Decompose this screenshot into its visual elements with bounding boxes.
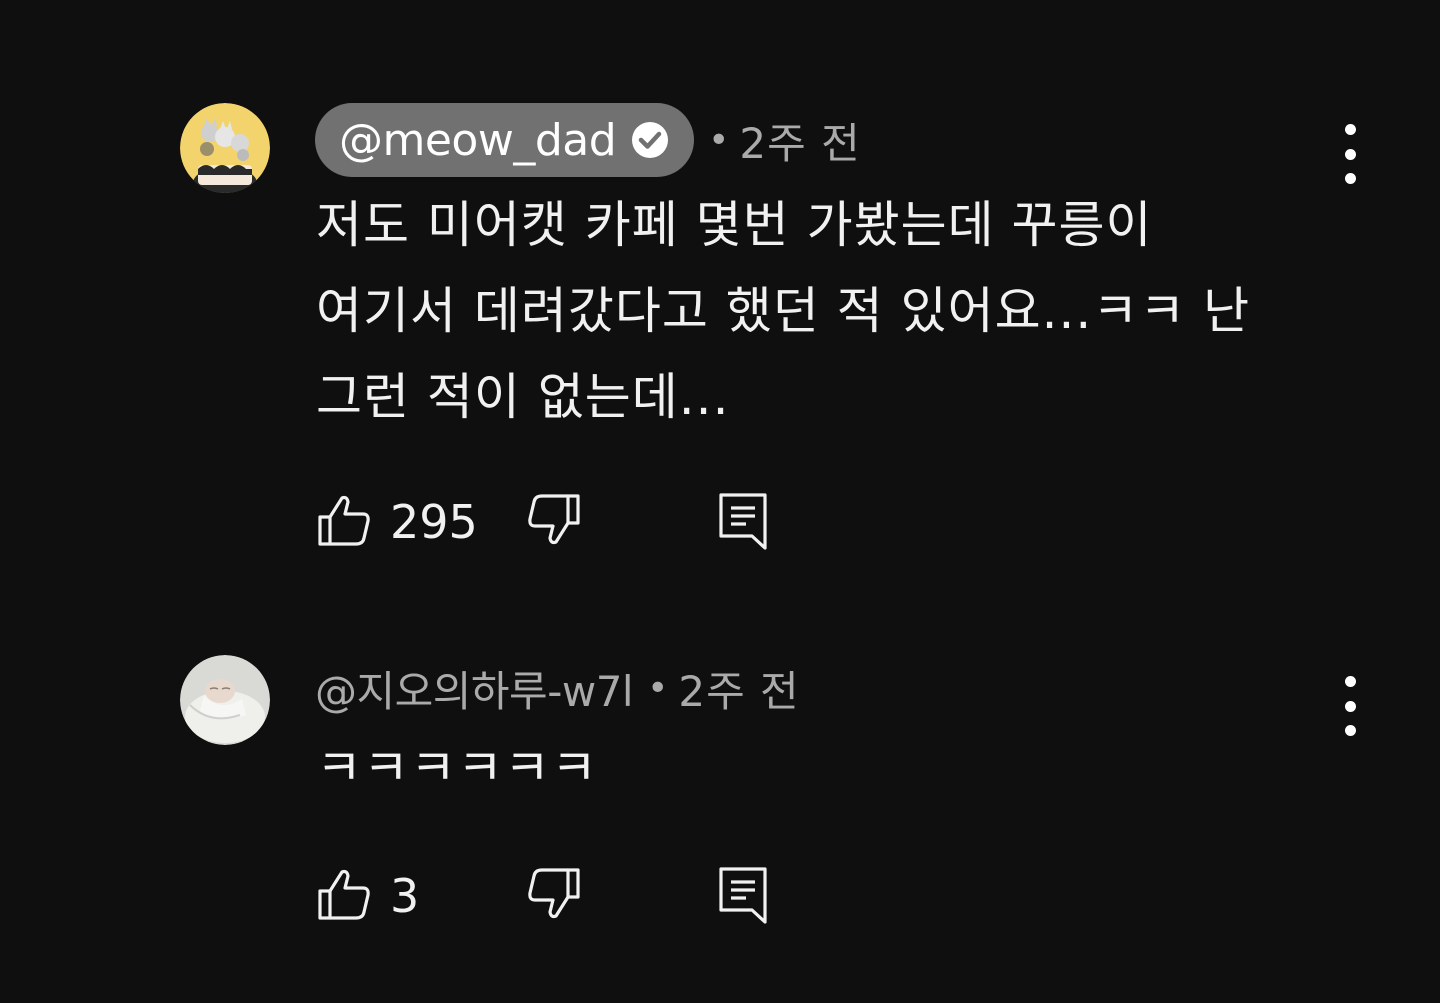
comment-header: @meow_dad • 2주 전 (315, 103, 861, 177)
comment-time[interactable]: 2주 전 (678, 658, 799, 719)
comment-header: @지오의하루-w7l • 2주 전 (315, 651, 800, 725)
thumbs-down-icon (528, 494, 580, 545)
baby-photo-avatar-icon (180, 655, 270, 745)
comment-actions: 3 (316, 866, 776, 926)
thumbs-up-icon (318, 869, 370, 920)
comment-text-line: 여기서 데려갔다고 했던 적 있어요...ㅋㅋ 난 (316, 282, 1251, 340)
dislike-button[interactable] (526, 492, 582, 552)
kebab-dot (1344, 676, 1356, 687)
like-button[interactable] (316, 492, 372, 552)
reply-button[interactable] (718, 492, 768, 554)
like-count: 295 (390, 495, 478, 549)
reply-comment-icon (719, 493, 767, 550)
comment-text: 저도 미어캣 카페 몇번 가봤는데 꾸릉이 여기서 데려갔다고 했던 적 있어요… (316, 182, 1376, 440)
more-options-button[interactable] (1335, 124, 1365, 184)
thumbs-down-icon (528, 868, 580, 919)
like-count: 3 (390, 869, 420, 923)
comment-time[interactable]: 2주 전 (739, 110, 860, 171)
comment-text-line: 저도 미어캣 카페 몇번 가봤는데 꾸릉이 (316, 196, 1153, 254)
separator-dot: • (647, 667, 669, 709)
author-name[interactable]: @지오의하루-w7l (315, 658, 634, 719)
dislike-button[interactable] (526, 866, 582, 926)
comment-actions: 295 (316, 492, 776, 552)
kebab-dot (1344, 700, 1356, 712)
reply-comment-icon (719, 867, 767, 924)
reply-button[interactable] (718, 866, 768, 928)
separator-dot: • (708, 119, 730, 161)
like-button[interactable] (316, 866, 372, 926)
author-channel-pill[interactable]: @meow_dad (315, 103, 695, 177)
comment-text: ㅋㅋㅋㅋㅋㅋ (316, 725, 1376, 811)
thumbs-up-icon (318, 495, 370, 546)
cats-cartoon-avatar-icon (180, 103, 270, 193)
comment-text-line: 그런 적이 없는데... (316, 368, 730, 426)
comment-text-line: ㅋㅋㅋㅋㅋㅋ (316, 739, 598, 797)
avatar[interactable] (180, 103, 270, 193)
verified-check-icon (632, 122, 669, 158)
avatar[interactable] (180, 655, 270, 745)
author-name[interactable]: @meow_dad (339, 115, 617, 166)
kebab-dot (1344, 124, 1356, 135)
kebab-dot (1344, 148, 1356, 160)
